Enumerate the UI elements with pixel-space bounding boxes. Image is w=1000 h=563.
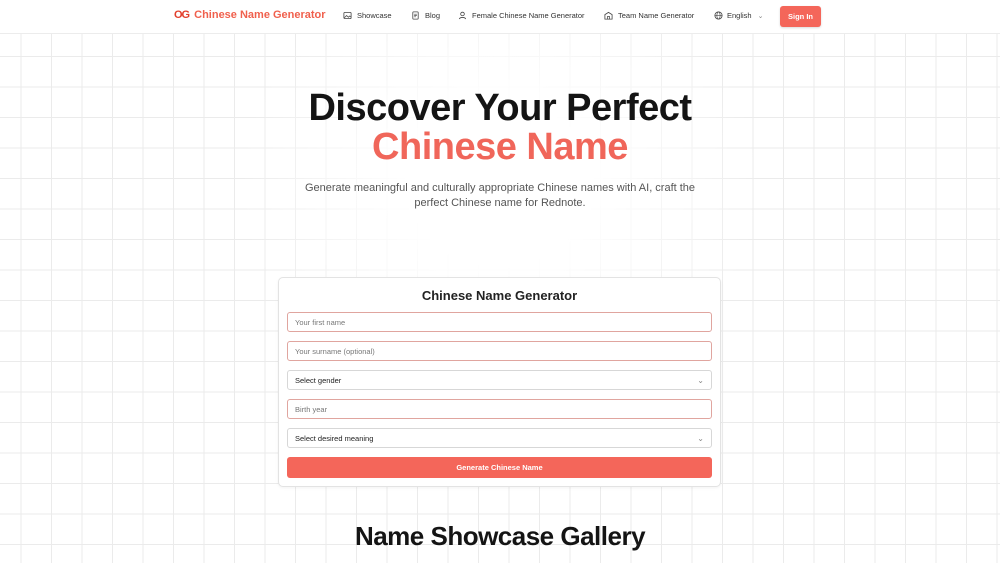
- document-icon: [412, 11, 419, 20]
- generate-button[interactable]: Generate Chinese Name: [287, 457, 712, 478]
- image-icon: [343, 11, 352, 20]
- nav-blog[interactable]: Blog: [411, 11, 440, 20]
- brand-name: Chinese Name Generator: [194, 9, 326, 21]
- hero-subtitle: Generate meaningful and culturally appro…: [304, 182, 696, 209]
- brand-logo[interactable]: OG Chinese Name Generator: [174, 9, 326, 21]
- chevron-down-icon: ⌄: [697, 375, 704, 385]
- gender-select-value: Select gender: [295, 375, 342, 385]
- nav-showcase-label: Showcase: [357, 11, 392, 20]
- user-icon: [458, 11, 467, 20]
- surname-input[interactable]: Your surname (optional): [287, 341, 712, 361]
- meaning-select[interactable]: Select desired meaning ⌄: [287, 428, 712, 448]
- hero-title-line2: Chinese Name: [372, 126, 628, 168]
- first-name-input[interactable]: Your first name: [287, 312, 712, 332]
- birth-year-input[interactable]: Birth year: [287, 399, 712, 419]
- nav-female-generator-label: Female Chinese Name Generator: [472, 11, 585, 20]
- gallery-title: Name Showcase Gallery: [354, 521, 646, 551]
- nav-blog-label: Blog: [425, 11, 441, 20]
- gender-select[interactable]: Select gender ⌄: [287, 370, 712, 390]
- generator-form-card: Chinese Name Generator Your first name Y…: [278, 277, 721, 487]
- form-title: Chinese Name Generator: [421, 288, 578, 303]
- top-nav: OG Chinese Name Generator Showcase Blog …: [0, 0, 1000, 34]
- nav-showcase[interactable]: Showcase: [343, 11, 392, 20]
- page: OG Chinese Name Generator Showcase Blog …: [0, 0, 1000, 563]
- nav-team-generator-label: Team Name Generator: [618, 11, 695, 20]
- birth-year-placeholder: Birth year: [295, 404, 328, 414]
- sign-in-button[interactable]: Sign In: [780, 6, 821, 27]
- chevron-down-icon: ⌄: [697, 433, 704, 443]
- language-label: English: [727, 11, 752, 20]
- nav-female-generator[interactable]: Female Chinese Name Generator: [458, 11, 585, 20]
- first-name-placeholder: Your first name: [295, 317, 346, 327]
- surname-placeholder: Your surname (optional): [295, 346, 375, 356]
- globe-icon: [714, 11, 723, 20]
- hero-title-line1: Discover Your Perfect: [308, 87, 692, 129]
- nav-team-generator[interactable]: Team Name Generator: [604, 11, 694, 20]
- logo-mark: OG: [174, 9, 190, 21]
- hero-title: Discover Your Perfect Chinese Name: [0, 89, 1000, 167]
- chevron-down-icon: ⌄: [757, 12, 764, 20]
- language-select[interactable]: English ⌄: [714, 11, 763, 20]
- meaning-select-value: Select desired meaning: [295, 433, 374, 443]
- building-icon: [604, 11, 613, 20]
